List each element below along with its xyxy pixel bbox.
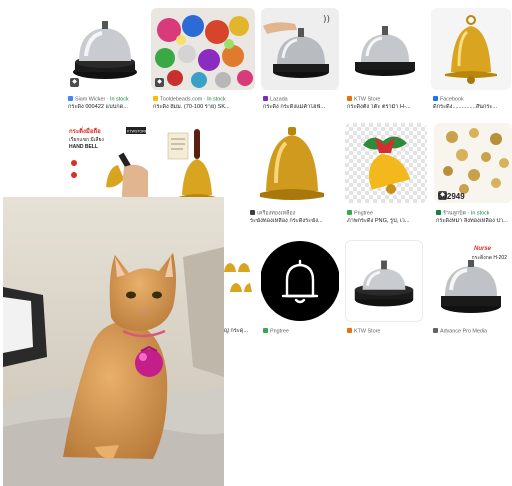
result-card[interactable]: เครื่องทองเหลือง ระฆังทองเหลือง กระดิ่งร… (248, 123, 336, 225)
result-thumbnail[interactable]: ◆ (66, 8, 145, 90)
result-source: Advance Pro Media (433, 328, 487, 336)
result-title[interactable]: กระดิ่ง 000422 แบบกด... (68, 104, 128, 111)
result-thumbnail[interactable] (345, 8, 425, 90)
result-thumbnail[interactable]: 502949 ◆ (434, 123, 512, 203)
result-source: Tooldebeads.com · In stock (153, 96, 226, 104)
result-card[interactable]: KTW Store กระดิ่งตั้ง โต๊ะ ตราม้า H-... (345, 8, 425, 118)
result-card[interactable]: Facebook ดีกระดิ่ง...............สั่นกระ… (431, 8, 511, 118)
result-thumbnail[interactable]: )) (261, 8, 339, 90)
handbell-en: HAND BELL (69, 144, 98, 150)
favicon-icon (153, 96, 158, 101)
favicon-icon (263, 96, 268, 101)
svg-text:)): )) (323, 15, 330, 25)
handbell-subtitle: เรียกแขก มีเสียง (69, 136, 104, 143)
result-thumbnail[interactable] (345, 240, 423, 322)
result-card[interactable]: Nurse กระดิ่งกด H-202 Advance Pro Media (431, 240, 509, 340)
cat-photo-overlay (3, 197, 224, 486)
result-thumbnail[interactable]: ◆ (151, 8, 255, 90)
result-title[interactable]: ดีกระดิ่ง...............สั่นกระ... (433, 104, 497, 111)
result-thumbnail[interactable] (156, 123, 239, 203)
result-source: KTW Store (347, 96, 380, 104)
result-thumbnail[interactable] (261, 240, 339, 322)
favicon-icon (347, 210, 352, 215)
result-card[interactable]: 502949 ◆ ร้านลูกบิด · In stock กระดิ่งหม… (434, 123, 512, 225)
result-card[interactable]: Pngtree ภาพกระดิ่ง PNG, รูป, เว... (345, 123, 427, 225)
result-card[interactable]: ◆ Siam Wicker · In stock กระดิ่ง 000422 … (66, 8, 145, 118)
facebook-icon (433, 96, 438, 101)
product-tag-icon: ◆ (70, 78, 79, 87)
result-thumbnail[interactable]: Nurse กระดิ่งกด H-202 (431, 240, 509, 322)
result-card[interactable]: Pngtree (261, 240, 339, 340)
result-source: Pngtree (263, 328, 289, 336)
result-title[interactable]: ระฆังทองเหลือง กระดิ่งระฆัง... (250, 218, 323, 225)
result-card[interactable]: )) Lazada กระดิ่ง กระดิ่งแม่ค้าไฮฟ์... (261, 8, 339, 118)
favicon-icon (436, 210, 441, 215)
product-tag-icon: ◆ (438, 191, 447, 200)
favicon-icon (433, 328, 438, 333)
nurse-brand: Nurse (474, 246, 492, 252)
result-source: Facebook (433, 96, 464, 104)
favicon-icon (347, 328, 352, 333)
result-source: เครื่องทองเหลือง (250, 210, 295, 218)
result-title[interactable]: กระดิ่งหม่า ลิงทองเหลือง ปา... (436, 218, 508, 225)
result-source: Lazada (263, 96, 288, 104)
result-source: ร้านลูกบิด · In stock (436, 210, 489, 218)
result-card[interactable]: ◆ Tooldebeads.com · In stock กระดิ่ง 8มม… (151, 8, 255, 118)
favicon-icon (347, 96, 352, 101)
result-source: Pngtree (347, 210, 373, 218)
favicon-icon (68, 96, 73, 101)
favicon-icon (250, 210, 255, 215)
nurse-model: กระดิ่งกด H-202 (472, 254, 508, 261)
result-title[interactable]: กระดิ่ง กระดิ่งแม่ค้าไฮฟ์... (263, 104, 325, 111)
result-thumbnail[interactable] (248, 123, 336, 203)
result-title[interactable]: ญ่ กระดุ... (224, 328, 248, 335)
handbell-brand: KTWSTORE (127, 130, 148, 134)
result-title[interactable]: กระดิ่งตั้ง โต๊ะ ตราม้า H-... (347, 104, 411, 111)
product-tag-icon: ◆ (155, 78, 164, 87)
result-thumbnail[interactable] (431, 8, 511, 90)
result-card[interactable]: KTW Store (345, 240, 423, 340)
favicon-icon (263, 328, 268, 333)
result-thumbnail[interactable] (345, 123, 427, 203)
result-title[interactable]: กระดิ่ง 8มม. (70-100 ราย) SK... (153, 104, 230, 111)
result-title[interactable]: ภาพกระดิ่ง PNG, รูป, เว... (347, 218, 409, 225)
result-source: KTW Store (347, 328, 380, 336)
handbell-heading: กระดิ่งมือถือ (69, 126, 101, 135)
result-thumbnail[interactable]: กระดิ่งมือถือ เรียกแขก มีเสียง HAND BELL… (66, 123, 149, 203)
result-source: Siam Wicker · In stock (68, 96, 129, 104)
